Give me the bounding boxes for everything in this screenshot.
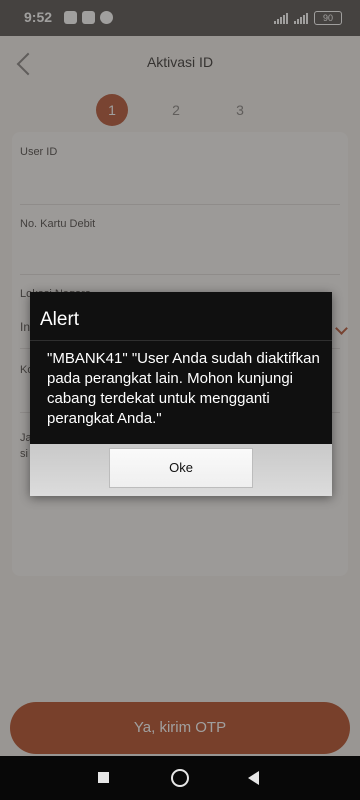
home-icon[interactable]: [171, 769, 189, 787]
alert-header: Alert: [30, 292, 332, 341]
alert-footer: Oke: [30, 444, 332, 496]
back-nav-icon[interactable]: [248, 771, 259, 785]
alert-dialog: Alert "MBANK41" "User Anda sudah diaktif…: [30, 292, 332, 496]
recent-apps-icon[interactable]: [98, 772, 109, 783]
alert-title: Alert: [40, 309, 80, 330]
alert-message: "MBANK41" "User Anda sudah diaktifkan pa…: [47, 350, 320, 427]
ok-button[interactable]: Oke: [109, 448, 253, 488]
system-nav-bar: [0, 756, 360, 800]
